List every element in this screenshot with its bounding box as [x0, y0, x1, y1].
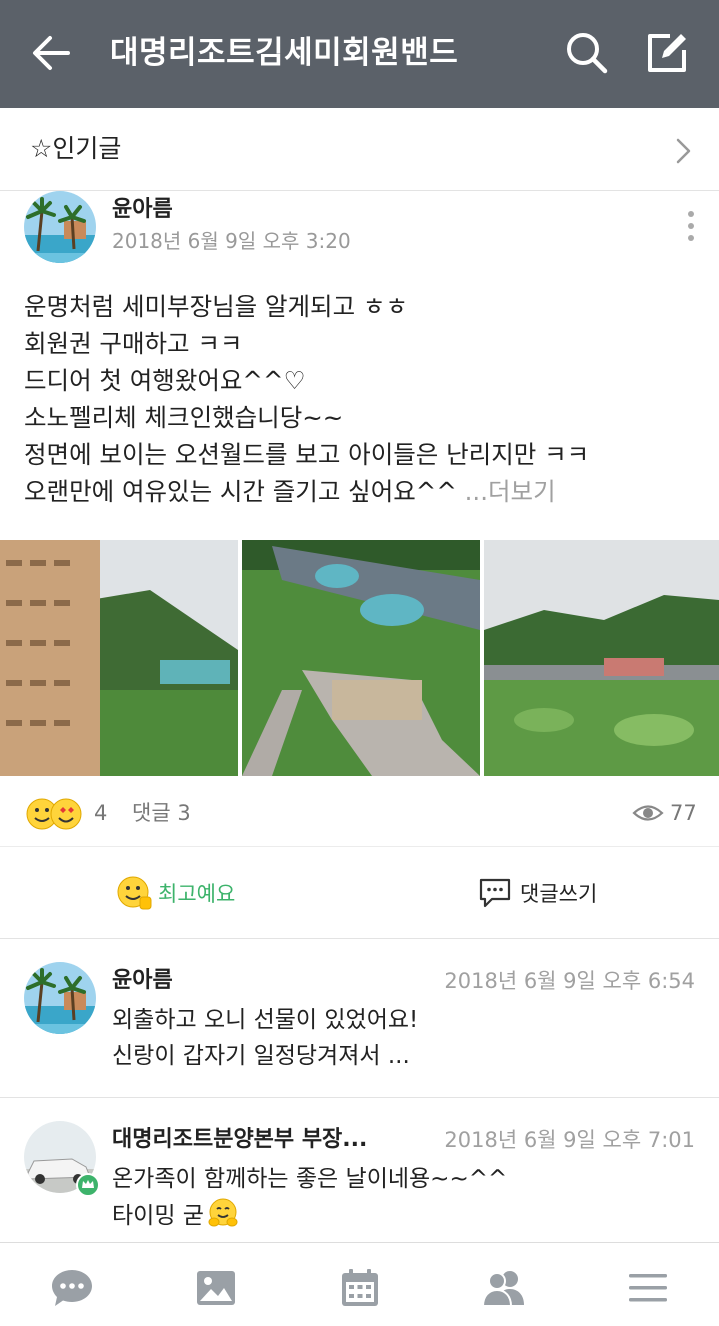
post-author[interactable]: 윤아름: [112, 195, 173, 225]
photo-strip: [0, 540, 719, 776]
members-icon[interactable]: [482, 1267, 526, 1309]
post-line: 회원권 구매하고 ㅋㅋ: [24, 329, 243, 358]
comment-text: 신랑이 갑자기 일정당겨져서 ...: [112, 1043, 410, 1069]
eye-icon: [632, 805, 664, 821]
post-line-last: 오랜만에 여유있는 시간 즐기고 싶어요^^ ...더보기: [24, 473, 704, 510]
comment-author[interactable]: 윤아름: [112, 966, 173, 996]
more-options-icon[interactable]: [680, 209, 702, 243]
write-comment-label: 댓글쓰기: [520, 882, 598, 906]
post-stats: 4 댓글 3 77: [0, 784, 719, 846]
comment-text-with-emoji: 타이밍 굳: [112, 1197, 239, 1234]
reaction-count: 4: [94, 801, 108, 825]
comment-text: 타이밍 굳: [112, 1203, 204, 1229]
post-photo[interactable]: [0, 540, 238, 776]
chat-icon[interactable]: [50, 1267, 94, 1309]
comment-item: 대명리조트분양본부 부장... 2018년 6월 9일 오후 7:01 온가족이…: [0, 1099, 719, 1241]
menu-icon[interactable]: [626, 1267, 670, 1309]
photo-icon[interactable]: [194, 1267, 238, 1309]
calendar-icon[interactable]: [338, 1267, 382, 1309]
reaction-emoji-icon[interactable]: [24, 794, 94, 834]
post-line: 운명처럼 세미부장님을 알게되고 ㅎㅎ: [24, 292, 409, 321]
avatar[interactable]: [24, 962, 96, 1034]
comment-time: 2018년 6월 9일 오후 7:01: [444, 1128, 695, 1152]
post-line: 소노펠리체 체크인했습니당~~: [24, 403, 344, 432]
comment-author[interactable]: 대명리조트분양본부 부장...: [112, 1125, 367, 1155]
chevron-right-icon: [676, 138, 691, 164]
avatar[interactable]: [24, 191, 96, 263]
comment-text: 온가족이 함께하는 좋은 날이네용~~^^: [112, 1166, 508, 1192]
smile-emoji-icon: [117, 876, 152, 910]
post-body: 운명처럼 세미부장님을 알게되고 ㅎㅎ 회원권 구매하고 ㅋㅋ 드디어 첫 여행…: [24, 288, 704, 510]
comment-time: 2018년 6월 9일 오후 6:54: [444, 969, 695, 993]
back-arrow-icon[interactable]: [28, 30, 74, 76]
see-more-link[interactable]: ...더보기: [465, 477, 556, 506]
like-label: 최고예요: [158, 882, 236, 906]
post-time: 2018년 6월 9일 오후 3:20: [112, 229, 351, 253]
crown-badge-icon: [76, 1173, 100, 1197]
comment-bubble-icon: [479, 878, 511, 908]
post-line: 드디어 첫 여행왔어요^^♡: [24, 366, 306, 395]
post-photo[interactable]: [484, 540, 719, 776]
comment-item: 윤아름 2018년 6월 9일 오후 6:54 외출하고 오니 선물이 있었어요…: [0, 940, 719, 1098]
search-icon[interactable]: [564, 30, 610, 76]
post-header: 윤아름 2018년 6월 9일 오후 3:20: [0, 191, 719, 271]
post-photo[interactable]: [242, 540, 480, 776]
compose-icon[interactable]: [644, 30, 690, 76]
comment-count[interactable]: 댓글 3: [132, 798, 191, 828]
view-count: 77: [670, 801, 697, 825]
bottom-navigation: [0, 1242, 719, 1326]
post-line: 오랜만에 여유있는 시간 즐기고 싶어요^^: [24, 477, 465, 506]
hug-emoji-icon: [208, 1198, 238, 1227]
popular-label: ☆인기글: [30, 134, 122, 163]
popular-posts-row[interactable]: ☆인기글: [0, 108, 719, 191]
comment-text: 외출하고 오니 선물이 있었어요!: [112, 1007, 419, 1033]
post-actions: 최고예요 댓글쓰기: [0, 846, 719, 939]
post-line: 정면에 보이는 오션월드를 보고 아이들은 난리지만 ㅋㅋ: [24, 440, 590, 469]
band-title: 대명리조트김세미회원밴드: [110, 35, 459, 71]
app-header: 대명리조트김세미회원밴드: [0, 0, 719, 108]
